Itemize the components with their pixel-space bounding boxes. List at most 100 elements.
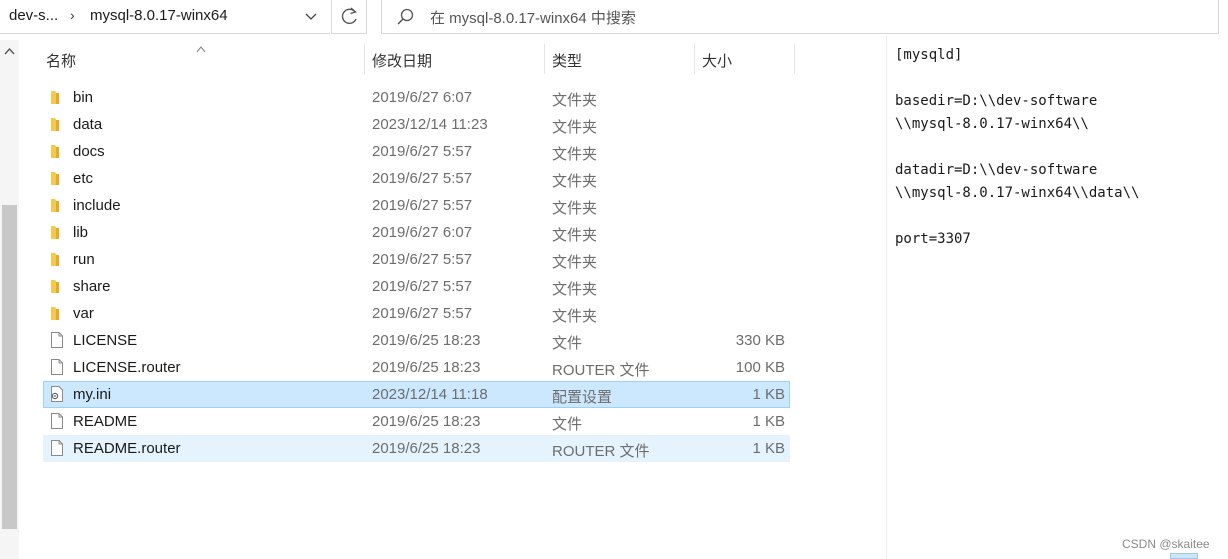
file-type: ROUTER 文件 xyxy=(552,362,650,379)
column-header-date[interactable]: 修改日期 xyxy=(372,50,432,71)
file-date: 2019/6/27 5:57 xyxy=(372,197,473,214)
folder-icon xyxy=(49,88,65,106)
file-date: 2023/12/14 11:23 xyxy=(372,116,488,133)
watermark: CSDN @skaitee xyxy=(1122,537,1210,551)
file-name[interactable]: var xyxy=(73,305,94,322)
file-date: 2019/6/25 18:23 xyxy=(372,332,481,349)
file-date: 2019/6/25 18:23 xyxy=(372,413,481,430)
file-row[interactable]: LICENSE.router 2019/6/25 18:23 ROUTER 文件 10… xyxy=(43,354,790,381)
file-size: 100 KB xyxy=(735,359,785,376)
file-row[interactable]: include 2019/6/27 5:57 文件夹 xyxy=(43,192,790,219)
column-header-size[interactable]: 大小 xyxy=(702,50,732,71)
breadcrumb-chevron-icon[interactable]: › xyxy=(70,7,75,23)
preview-line: port=3307 xyxy=(895,231,971,247)
refresh-button[interactable] xyxy=(331,0,367,34)
file-row[interactable]: lib 2019/6/27 6:07 文件夹 xyxy=(43,219,790,246)
file-type: 文件夹 xyxy=(552,146,598,163)
folder-icon xyxy=(49,115,65,133)
preview-line: datadir=D:\\dev-software xyxy=(895,162,1098,178)
folder-icon xyxy=(49,277,65,295)
preview-line: basedir=D:\\dev-software xyxy=(895,93,1098,109)
preview-line xyxy=(895,67,1220,90)
breadcrumb-parent[interactable]: dev-s... xyxy=(9,7,58,24)
file-size: 330 KB xyxy=(735,332,785,349)
file-size: 1 KB xyxy=(752,440,785,457)
search-input[interactable]: 在 mysql-8.0.17-winx64 中搜索 xyxy=(430,7,636,28)
file-size: 1 KB xyxy=(752,413,785,430)
file-row[interactable]: etc 2019/6/27 5:57 文件夹 xyxy=(43,165,790,192)
file-name[interactable]: bin xyxy=(73,89,93,106)
file-type: 配置设置 xyxy=(552,389,613,406)
file-type: 文件夹 xyxy=(552,254,598,271)
file-name[interactable]: LICENSE.router xyxy=(73,359,181,376)
file-name[interactable]: LICENSE xyxy=(73,332,137,349)
file-row[interactable]: bin 2019/6/27 6:07 文件夹 xyxy=(43,84,790,111)
file-type: 文件夹 xyxy=(552,281,598,298)
address-dropdown-chevron-icon[interactable] xyxy=(302,6,320,26)
preview-line: \\mysql-8.0.17-winx64\\data\\ xyxy=(895,185,1140,201)
search-box[interactable]: 在 mysql-8.0.17-winx64 中搜索 xyxy=(381,0,1219,34)
column-header-type[interactable]: 类型 xyxy=(552,50,582,71)
file-row[interactable]: var 2019/6/27 5:57 文件夹 xyxy=(43,300,790,327)
file-type: 文件夹 xyxy=(552,119,598,136)
file-row[interactable]: my.ini 2023/12/14 11:18 配置设置 1 KB xyxy=(43,381,790,408)
file-row[interactable]: run 2019/6/27 5:57 文件夹 xyxy=(43,246,790,273)
file-name[interactable]: lib xyxy=(73,224,88,241)
file-name[interactable]: etc xyxy=(73,170,93,187)
file-row[interactable]: docs 2019/6/27 5:57 文件夹 xyxy=(43,138,790,165)
file-type: 文件夹 xyxy=(552,92,598,109)
file-type: ROUTER 文件 xyxy=(552,443,650,460)
file-list: bin 2019/6/27 6:07 文件夹 data 2023/12/14 11:23… xyxy=(43,84,790,462)
breadcrumb-current[interactable]: mysql-8.0.17-winx64 xyxy=(90,7,228,24)
file-name[interactable]: my.ini xyxy=(73,386,111,403)
file-row[interactable]: README.router 2019/6/25 18:23 ROUTER 文件 1 K… xyxy=(43,435,790,462)
column-divider[interactable] xyxy=(694,44,695,74)
file-type: 文件夹 xyxy=(552,173,598,190)
file-date: 2019/6/27 6:07 xyxy=(372,89,473,106)
scroll-up-arrow-icon[interactable] xyxy=(1,44,18,60)
preview-line xyxy=(895,136,1220,159)
folder-icon xyxy=(49,169,65,187)
file-row[interactable]: LICENSE 2019/6/25 18:23 文件 330 KB xyxy=(43,327,790,354)
column-divider[interactable] xyxy=(794,44,795,74)
file-row[interactable]: README 2019/6/25 18:23 文件 1 KB xyxy=(43,408,790,435)
folder-icon xyxy=(49,196,65,214)
file-icon xyxy=(49,439,65,457)
file-date: 2019/6/27 5:57 xyxy=(372,143,473,160)
file-row[interactable]: share 2019/6/27 5:57 文件夹 xyxy=(43,273,790,300)
file-name[interactable]: README xyxy=(73,413,137,430)
file-date: 2019/6/27 5:57 xyxy=(372,278,473,295)
preview-pane-divider[interactable] xyxy=(886,36,887,559)
file-date: 2019/6/25 18:23 xyxy=(372,359,481,376)
file-type: 文件夹 xyxy=(552,308,598,325)
folder-icon xyxy=(49,304,65,322)
file-row[interactable]: data 2023/12/14 11:23 文件夹 xyxy=(43,111,790,138)
file-name[interactable]: include xyxy=(73,197,121,214)
folder-icon xyxy=(49,142,65,160)
column-divider[interactable] xyxy=(364,44,365,74)
file-size: 1 KB xyxy=(752,386,785,403)
column-divider[interactable] xyxy=(544,44,545,74)
file-icon xyxy=(49,412,65,430)
file-date: 2023/12/14 11:18 xyxy=(372,386,488,403)
file-date: 2019/6/25 18:23 xyxy=(372,440,481,457)
file-name[interactable]: docs xyxy=(73,143,105,160)
file-date: 2019/6/27 5:57 xyxy=(372,251,473,268)
file-name[interactable]: README.router xyxy=(73,440,181,457)
sort-ascending-icon xyxy=(195,40,207,53)
scrollbar-thumb[interactable] xyxy=(2,205,17,529)
file-icon xyxy=(49,331,65,349)
preview-pane: [mysqld] basedir=D:\\dev-software \\mysql-… xyxy=(895,44,1220,251)
vertical-scrollbar[interactable] xyxy=(0,40,19,559)
file-date: 2019/6/27 6:07 xyxy=(372,224,473,241)
file-name[interactable]: share xyxy=(73,278,111,295)
address-bar[interactable]: dev-s... › mysql-8.0.17-winx64 xyxy=(0,0,330,34)
file-type: 文件 xyxy=(552,416,583,433)
folder-icon xyxy=(49,250,65,268)
refresh-icon xyxy=(341,7,357,25)
file-name[interactable]: run xyxy=(73,251,95,268)
file-name[interactable]: data xyxy=(73,116,102,133)
column-header-name[interactable]: 名称 xyxy=(46,50,76,71)
preview-line: \\mysql-8.0.17-winx64\\ xyxy=(895,116,1089,132)
preview-line: [mysqld] xyxy=(895,47,963,63)
